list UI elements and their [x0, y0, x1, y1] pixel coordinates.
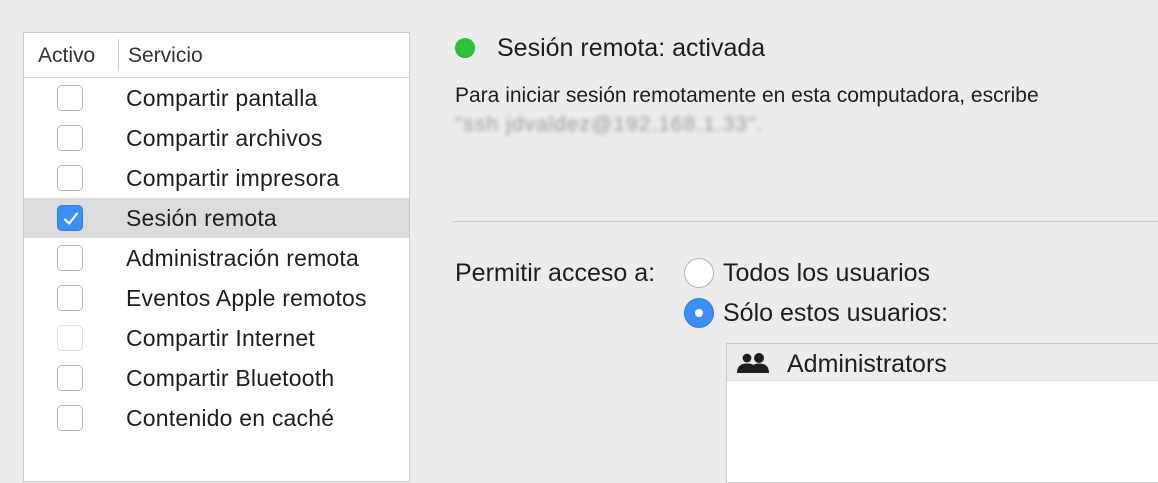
service-row-compartir-internet[interactable]: Compartir Internet [24, 318, 409, 358]
radio-all-users-label[interactable]: Todos los usuarios [723, 259, 930, 288]
service-label: Eventos Apple remotos [126, 285, 367, 311]
service-checkbox[interactable] [57, 405, 83, 431]
service-row-contenido-en-cache[interactable]: Contenido en caché [24, 398, 409, 438]
radio-only-these-users[interactable] [684, 298, 714, 328]
service-checkbox[interactable] [57, 85, 83, 111]
service-row-eventos-apple-remotos[interactable]: Eventos Apple remotos [24, 278, 409, 318]
service-row-compartir-archivos[interactable]: Compartir archivos [24, 118, 409, 158]
service-label: Compartir Internet [126, 325, 315, 351]
checkmark-icon [63, 212, 79, 225]
service-label: Compartir impresora [126, 165, 340, 191]
service-checkbox[interactable] [57, 125, 83, 151]
service-label: Administración remota [126, 245, 360, 271]
radio-all-users[interactable] [684, 258, 714, 288]
service-checkbox[interactable] [57, 245, 83, 271]
status-indicator-icon [455, 38, 475, 58]
column-header-activo[interactable]: Activo [38, 44, 95, 68]
service-label: Compartir archivos [126, 125, 323, 151]
service-row-administracion-remota[interactable]: Administración remota [24, 238, 409, 278]
service-checkbox[interactable] [57, 165, 83, 191]
service-row-compartir-impresora[interactable]: Compartir impresora [24, 158, 409, 198]
services-list: Activo Servicio Compartir pantalla Compa… [23, 32, 410, 482]
column-divider [118, 39, 119, 71]
service-checkbox-checked[interactable] [57, 205, 83, 231]
services-list-header: Activo Servicio [24, 33, 409, 78]
group-icon [737, 352, 769, 373]
radio-only-these-users-label[interactable]: Sólo estos usuarios: [723, 299, 948, 328]
column-header-servicio[interactable]: Servicio [128, 44, 203, 68]
service-row-compartir-pantalla[interactable]: Compartir pantalla [24, 78, 409, 118]
status-title: Sesión remota: activada [497, 34, 766, 62]
connection-instructions: Para iniciar sesión remotamente en esta … [455, 84, 1039, 107]
service-label: Compartir Bluetooth [126, 365, 335, 391]
access-label: Permitir acceso a: [455, 259, 656, 287]
service-row-compartir-bluetooth[interactable]: Compartir Bluetooth [24, 358, 409, 398]
user-row-label: Administrators [787, 350, 947, 378]
service-row-sesion-remota[interactable]: Sesión remota [24, 198, 409, 238]
service-checkbox-disabled [57, 325, 83, 351]
service-label: Contenido en caché [126, 405, 335, 431]
service-checkbox[interactable] [57, 285, 83, 311]
section-divider [453, 221, 1158, 222]
service-checkbox[interactable] [57, 365, 83, 391]
user-row-administrators[interactable]: Administrators [727, 344, 1158, 381]
service-label: Sesión remota [126, 205, 277, 231]
allowed-users-list[interactable]: Administrators [726, 343, 1158, 483]
masked-ssh-command: "ssh jdvaldez@192.168.1.33". [455, 113, 764, 136]
service-label: Compartir pantalla [126, 85, 318, 111]
